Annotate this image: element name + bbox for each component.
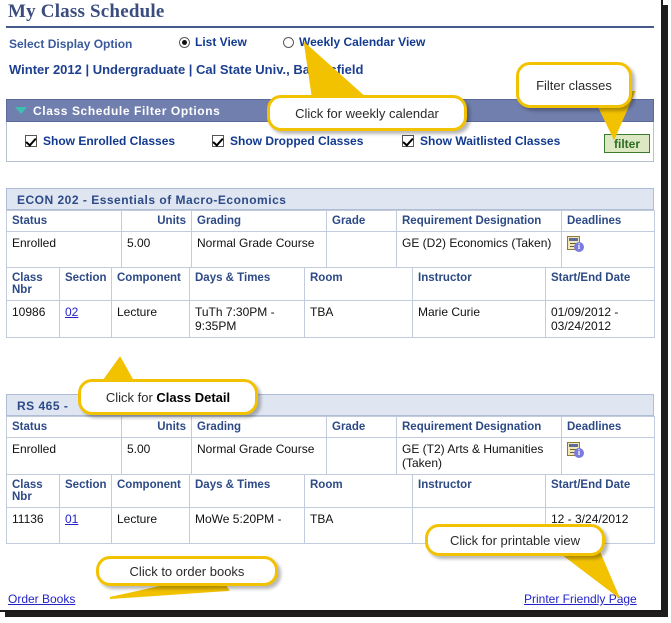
col-status: Status (6, 416, 122, 438)
cell-deadlines[interactable]: i (561, 437, 655, 475)
course-block-rs465: RS 465 - Status Units Grading Grade Requ… (6, 394, 655, 544)
checkbox-show-dropped-icon[interactable] (212, 135, 224, 147)
callout-order-books-text: Click to order books (129, 563, 245, 579)
table-row: Enrolled 5.00 Normal Grade Course GE (D2… (6, 231, 655, 268)
course-detail-table-econ202: Class Nbr Section Component Days & Times… (6, 267, 655, 338)
checkbox-show-waitlisted-label: Show Waitlisted Classes (420, 134, 561, 148)
table-header-row: Class Nbr Section Component Days & Times… (6, 474, 655, 508)
table-row: 10986 02 Lecture TuTh 7:30PM - 9:35PM TB… (6, 300, 655, 338)
table-header-row: Status Units Grading Grade Requirement D… (6, 416, 655, 438)
cell-days-times: TuTh 7:30PM - 9:35PM (189, 300, 305, 338)
checkbox-show-waitlisted-icon[interactable] (402, 135, 414, 147)
cell-grade (326, 231, 397, 268)
course-block-econ202: ECON 202 - Essentials of Macro-Economics… (6, 188, 655, 338)
checkbox-show-waitlisted[interactable]: Show Waitlisted Classes (402, 134, 560, 148)
cell-grade (326, 437, 397, 475)
display-option-label: Select Display Option (9, 37, 133, 51)
section-link[interactable]: 02 (65, 305, 78, 319)
col-requirement-designation: Requirement Designation (396, 416, 562, 438)
radio-list-view[interactable]: List View (179, 35, 247, 49)
cell-deadlines[interactable]: i (561, 231, 655, 268)
cell-grading: Normal Grade Course (191, 231, 327, 268)
deadlines-calendar-info-icon[interactable]: i (567, 236, 584, 252)
col-start-end-date: Start/End Date (545, 267, 655, 301)
cell-section[interactable]: 01 (59, 507, 112, 544)
col-grading: Grading (191, 416, 327, 438)
cell-status: Enrolled (6, 437, 122, 475)
col-room: Room (304, 267, 413, 301)
order-books-link[interactable]: Order Books (8, 592, 75, 606)
col-units: Units (121, 416, 192, 438)
table-header-row: Status Units Grading Grade Requirement D… (6, 210, 655, 232)
cell-room: TBA (304, 507, 413, 544)
col-deadlines: Deadlines (561, 416, 655, 438)
col-start-end-date: Start/End Date (545, 474, 655, 508)
filter-options-title: Class Schedule Filter Options (33, 104, 221, 118)
checkbox-show-enrolled-icon[interactable] (25, 135, 37, 147)
section-link[interactable]: 01 (65, 512, 78, 526)
cell-class-nbr: 10986 (6, 300, 60, 338)
col-deadlines: Deadlines (561, 210, 655, 232)
checkbox-show-enrolled-label: Show Enrolled Classes (43, 134, 176, 148)
cell-units: 5.00 (121, 437, 192, 475)
course-summary-table-rs465: Status Units Grading Grade Requirement D… (6, 416, 655, 475)
col-requirement-designation: Requirement Designation (396, 210, 562, 232)
cell-start-end-date: 01/09/2012 - 03/24/2012 (545, 300, 655, 338)
callout-class-detail: Click for Class Detail (78, 379, 258, 415)
callout-class-detail-text: Click for Class Detail (105, 389, 231, 405)
col-grade: Grade (326, 416, 397, 438)
col-component: Component (111, 267, 190, 301)
col-section: Section (59, 267, 112, 301)
col-units: Units (121, 210, 192, 232)
col-status: Status (6, 210, 122, 232)
table-row: Enrolled 5.00 Normal Grade Course GE (T2… (6, 437, 655, 475)
cell-days-times: MoWe 5:20PM - (189, 507, 305, 544)
radio-list-view-label: List View (195, 35, 247, 49)
callout-printable-view-text: Click for printable view (449, 532, 581, 548)
course-summary-table-econ202: Status Units Grading Grade Requirement D… (6, 210, 655, 268)
col-room: Room (304, 474, 413, 508)
cell-component: Lecture (111, 507, 190, 544)
col-class-nbr: Class Nbr (6, 267, 60, 301)
col-instructor: Instructor (412, 474, 546, 508)
callout-filter-classes-text: Filter classes (536, 77, 612, 93)
col-component: Component (111, 474, 190, 508)
checkbox-show-enrolled[interactable]: Show Enrolled Classes (25, 134, 175, 148)
cell-component: Lecture (111, 300, 190, 338)
radio-list-view-icon[interactable] (179, 36, 190, 48)
callout-weekly-calendar: Click for weekly calendar (267, 95, 467, 131)
col-grading: Grading (191, 210, 327, 232)
cell-instructor: Marie Curie (412, 300, 546, 338)
page-title: My Class Schedule (8, 1, 165, 22)
class-schedule-page: My Class Schedule Select Display Option … (0, 0, 663, 612)
course-header-econ202: ECON 202 - Essentials of Macro-Economics (6, 188, 654, 210)
cell-grading: Normal Grade Course (191, 437, 327, 475)
col-instructor: Instructor (412, 267, 546, 301)
title-divider (6, 26, 654, 28)
callout-filter-classes: Filter classes (516, 62, 632, 108)
callout-order-books: Click to order books (96, 556, 278, 586)
cell-section[interactable]: 02 (59, 300, 112, 338)
cell-units: 5.00 (121, 231, 192, 268)
col-class-nbr: Class Nbr (6, 474, 60, 508)
col-days-times: Days & Times (189, 474, 305, 508)
cell-room: TBA (304, 300, 413, 338)
callout-printable-view: Click for printable view (425, 524, 605, 556)
col-section: Section (59, 474, 112, 508)
callout-weekly-calendar-text: Click for weekly calendar (295, 105, 439, 121)
deadlines-calendar-info-icon[interactable]: i (567, 442, 584, 458)
checkbox-show-dropped[interactable]: Show Dropped Classes (212, 134, 363, 148)
table-header-row: Class Nbr Section Component Days & Times… (6, 267, 655, 301)
checkbox-show-dropped-label: Show Dropped Classes (230, 134, 364, 148)
cell-class-nbr: 11136 (6, 507, 60, 544)
course-header-econ202-label: ECON 202 - Essentials of Macro-Economics (17, 193, 287, 207)
cell-status: Enrolled (6, 231, 122, 268)
triangle-down-icon[interactable] (15, 107, 27, 114)
col-grade: Grade (326, 210, 397, 232)
cell-requirement-designation: GE (T2) Arts & Humanities (Taken) (396, 437, 562, 475)
col-days-times: Days & Times (189, 267, 305, 301)
cell-requirement-designation: GE (D2) Economics (Taken) (396, 231, 562, 268)
